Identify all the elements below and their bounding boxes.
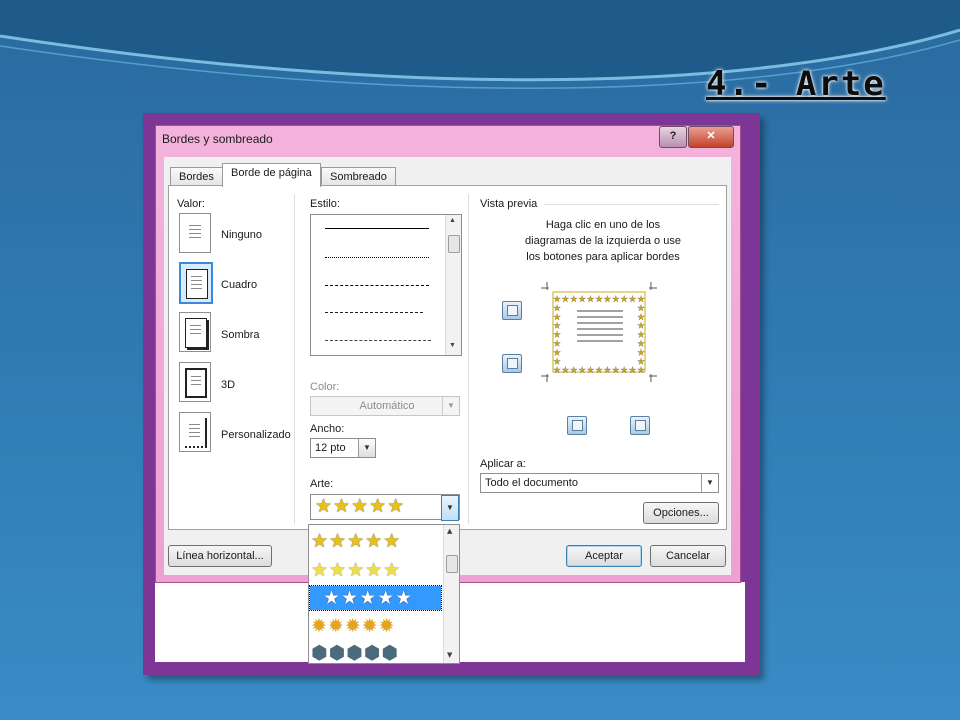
custom-border-icon[interactable] (179, 412, 211, 452)
setting-box-label[interactable]: Cuadro (221, 279, 257, 291)
preview-star-icon: ★ (553, 365, 561, 375)
setting-shadow-label[interactable]: Sombra (221, 329, 260, 341)
preview-star-icon: ★ (603, 294, 611, 304)
scroll-down-arrow-icon[interactable]: ▼ (447, 651, 452, 659)
style-label: Estilo: (310, 198, 340, 210)
apply-to-label: Aplicar a: (480, 458, 526, 470)
scroll-thumb[interactable] (446, 555, 458, 573)
preview-star-icon: ★ (612, 365, 620, 375)
preview-instructions: Haga clic en uno de los diagramas de la … (525, 219, 681, 263)
preview-star-icon: ★ (570, 365, 578, 375)
slide-title: 4.- Arte (706, 64, 886, 104)
preview-star-icon: ★ (595, 294, 603, 304)
scroll-down-arrow-icon[interactable]: ▼ (449, 342, 456, 349)
shadow-border-icon[interactable] (179, 312, 211, 352)
right-border-button[interactable] (630, 416, 650, 435)
column-separator (294, 194, 295, 524)
dialog-title: Bordes y sombreado (162, 132, 273, 146)
art-glyphs: ✹✹✹✹✹ (311, 615, 396, 637)
preview-label: Vista previa (480, 198, 538, 210)
help-button[interactable]: ? (659, 126, 687, 148)
left-border-button[interactable] (567, 416, 587, 435)
art-option-3-highlighted[interactable]: ★★★★★ (309, 585, 442, 611)
setting-label: Valor: (177, 198, 205, 210)
art-dropdown-list[interactable]: ★★★★★ ★★★★★ ★★★★★ ✹✹✹✹✹ ⬢⬢⬢⬢⬢ ▲ ▼ (308, 524, 460, 664)
style-scrollbar[interactable]: ▲ ▼ (445, 215, 461, 355)
preview-page[interactable]: ★★★★★★★★★★★★★★★★★★★★★★★ ★★ ★★ ★★ ★★ ★★ ★★ ★ (539, 280, 659, 384)
tab-bordes[interactable]: Bordes (170, 167, 223, 186)
page-border-tab-panel: Valor: Ninguno Cuadro Sombra 3D Personal… (168, 185, 727, 530)
width-dropdown[interactable]: 12 pto ▼ (310, 438, 376, 458)
width-label: Ancho: (310, 423, 345, 435)
art-list-scrollbar[interactable]: ▲ ▼ (443, 525, 459, 663)
chevron-down-icon[interactable]: ▼ (701, 474, 718, 492)
art-option-1[interactable]: ★★★★★ (311, 529, 439, 553)
preview-star-icon: ★ (603, 365, 611, 375)
preview-star-icon: ★ (587, 365, 595, 375)
art-option-5[interactable]: ⬢⬢⬢⬢⬢ (311, 641, 439, 664)
preview-header-line (544, 204, 719, 205)
tab-sombreado[interactable]: Sombreado (321, 167, 396, 186)
preview-star-icon: ★ (561, 365, 569, 375)
color-dropdown[interactable]: Automático ▼ (310, 396, 460, 416)
dialog-client: Bordes Borde de página Sombreado Valor: … (164, 157, 731, 575)
preview-star-icon: ★ (595, 365, 603, 375)
top-border-button[interactable] (502, 301, 522, 320)
art-glyphs: ★★★★★ (311, 530, 402, 552)
art-option-4[interactable]: ✹✹✹✹✹ (311, 614, 439, 638)
art-glyphs: ⬢⬢⬢⬢⬢ (311, 642, 399, 664)
art-combobox[interactable]: ★★★★★ ▼ (310, 494, 460, 521)
apply-to-dropdown[interactable]: Todo el documento ▼ (480, 473, 719, 493)
color-label: Color: (310, 381, 340, 393)
setting-3d-label[interactable]: 3D (221, 379, 235, 391)
preview-star-icon: ★ (620, 294, 628, 304)
chevron-down-icon[interactable]: ▼ (358, 439, 375, 457)
preview-star-icon: ★ (612, 294, 620, 304)
cancel-button[interactable]: Cancelar (650, 545, 726, 567)
horizontal-line-button[interactable]: Línea horizontal... (168, 545, 272, 567)
preview-star-icon: ★ (637, 365, 645, 375)
art-selected: ★★★★★ (315, 496, 406, 517)
line-style-dashed[interactable] (325, 312, 423, 313)
preview-star-icon: ★ (578, 365, 586, 375)
preview-star-icon: ★ (553, 356, 561, 366)
chevron-down-icon[interactable]: ▼ (441, 495, 459, 521)
preview-star-icon: ★ (587, 294, 595, 304)
3d-border-icon[interactable] (179, 362, 211, 402)
art-glyphs: ★★★★★ (311, 559, 402, 581)
width-value: 12 pto (315, 442, 346, 454)
preview-star-icon: ★ (561, 294, 569, 304)
preview-star-icon: ★ (578, 294, 586, 304)
close-button[interactable]: ✕ (688, 126, 734, 148)
line-style-dash-dot[interactable] (325, 340, 431, 341)
art-label: Arte: (310, 478, 334, 490)
chevron-down-icon[interactable]: ▼ (442, 397, 459, 415)
box-border-icon[interactable] (179, 262, 213, 304)
setting-none-label[interactable]: Ninguno (221, 229, 262, 241)
preview-star-icon: ★ (570, 294, 578, 304)
art-option-2[interactable]: ★★★★★ (311, 558, 439, 582)
preview-star-icon: ★ (629, 365, 637, 375)
color-value: Automático (359, 400, 415, 412)
line-style-dashed-small[interactable] (325, 285, 429, 286)
setting-custom-label[interactable]: Personalizado (221, 429, 291, 441)
preview-star-icon: ★ (629, 294, 637, 304)
scroll-up-arrow-icon[interactable]: ▲ (447, 527, 452, 535)
column-separator (468, 194, 469, 524)
line-style-dotted[interactable] (325, 257, 429, 258)
none-border-icon[interactable] (179, 213, 211, 253)
art-glyphs: ★★★★★ (323, 587, 414, 609)
scroll-up-arrow-icon[interactable]: ▲ (449, 217, 456, 224)
tab-borde-de-pagina[interactable]: Borde de página (222, 163, 321, 187)
apply-to-value: Todo el documento (485, 477, 578, 489)
line-style-solid[interactable] (325, 228, 429, 229)
scroll-thumb[interactable] (448, 235, 460, 253)
style-listbox[interactable]: ▲ ▼ (310, 214, 462, 356)
preview-star-icon: ★ (620, 365, 628, 375)
ok-button[interactable]: Aceptar (566, 545, 642, 567)
preview-star-icon: ★ (637, 356, 645, 366)
borders-shading-dialog: Bordes y sombreado ? ✕ Bordes Borde de p… (155, 125, 741, 583)
options-button[interactable]: Opciones... (643, 502, 719, 524)
bottom-border-button[interactable] (502, 354, 522, 373)
